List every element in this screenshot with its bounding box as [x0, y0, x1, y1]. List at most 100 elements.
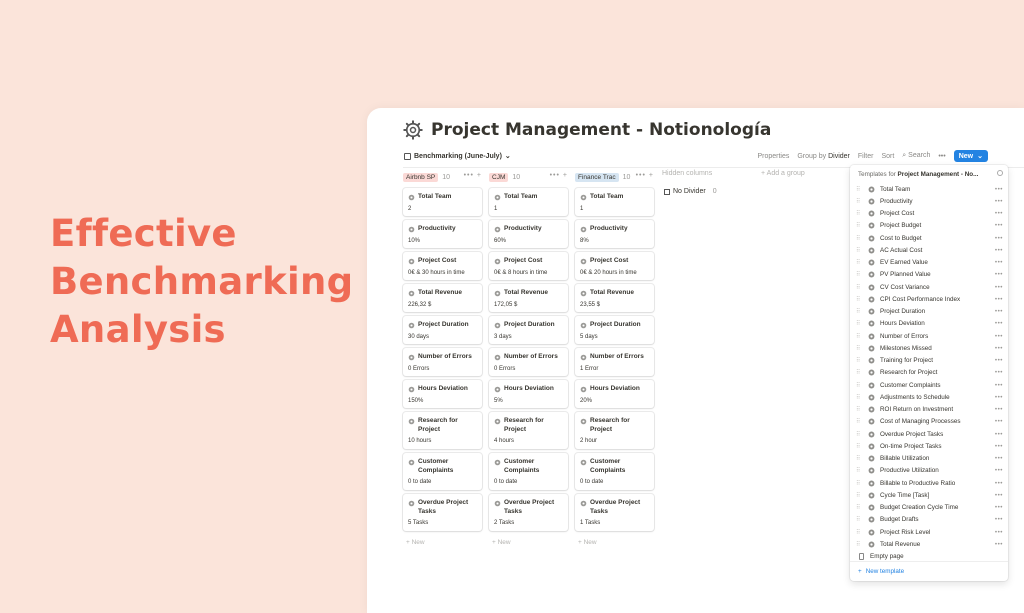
more-options-icon[interactable]: •••	[995, 480, 1003, 487]
template-item[interactable]: ⠿ EV Earned Value •••	[850, 257, 1008, 269]
template-item[interactable]: ⠿ Project Budget •••	[850, 220, 1008, 232]
more-options-icon[interactable]: •••	[995, 455, 1003, 462]
drag-handle-icon[interactable]: ⠿	[856, 357, 860, 364]
filter-button[interactable]: Filter	[858, 153, 874, 160]
template-item[interactable]: ⠿ CPI Cost Performance Index •••	[850, 293, 1008, 305]
drag-handle-icon[interactable]: ⠿	[856, 504, 860, 511]
more-options-icon[interactable]: •••	[995, 259, 1003, 266]
search-button[interactable]: ⌕ Search	[902, 152, 930, 160]
board-card[interactable]: Project Duration 30 days	[403, 316, 482, 344]
more-options-icon[interactable]: •••	[995, 222, 1003, 229]
template-item[interactable]: ⠿ Adjustments to Schedule •••	[850, 391, 1008, 403]
board-card[interactable]: Customer Complaints 0 to date	[403, 453, 482, 490]
add-group-button[interactable]: + Add a group	[761, 170, 805, 177]
template-item[interactable]: ⠿ PV Planned Value •••	[850, 269, 1008, 281]
board-card[interactable]: Research for Project 2 hour	[575, 412, 654, 449]
column-tools[interactable]: ••• +	[550, 172, 568, 179]
info-icon[interactable]	[997, 170, 1003, 176]
template-item[interactable]: ⠿ Budget Drafts •••	[850, 514, 1008, 526]
board-card[interactable]: Project Duration 5 days	[575, 316, 654, 344]
drag-handle-icon[interactable]: ⠿	[856, 296, 860, 303]
drag-handle-icon[interactable]: ⠿	[856, 431, 860, 438]
board-card[interactable]: Project Duration 3 days	[489, 316, 568, 344]
drag-handle-icon[interactable]: ⠿	[856, 271, 860, 278]
drag-handle-icon[interactable]: ⠿	[856, 198, 860, 205]
template-item[interactable]: ⠿ Billable Utilization •••	[850, 453, 1008, 465]
board-card[interactable]: Productivity 10%	[403, 220, 482, 248]
template-item[interactable]: ⠿ Cost to Budget •••	[850, 232, 1008, 244]
sort-button[interactable]: Sort	[881, 153, 894, 160]
board-card[interactable]: Project Cost 0€ & 30 hours in time	[403, 252, 482, 280]
board-card[interactable]: Productivity 60%	[489, 220, 568, 248]
template-item[interactable]: ⠿ Project Cost •••	[850, 208, 1008, 220]
drag-handle-icon[interactable]: ⠿	[856, 382, 860, 389]
board-card[interactable]: Customer Complaints 0 to date	[575, 453, 654, 490]
drag-handle-icon[interactable]: ⠿	[856, 443, 860, 450]
more-options-icon[interactable]: •••	[995, 308, 1003, 315]
drag-handle-icon[interactable]: ⠿	[856, 284, 860, 291]
group-by-button[interactable]: Group by Divider	[797, 153, 850, 160]
add-new-card-button[interactable]: + New	[575, 539, 654, 546]
more-options-icon[interactable]: •••	[995, 369, 1003, 376]
template-item[interactable]: ⠿ Research for Project •••	[850, 367, 1008, 379]
more-options-icon[interactable]: •••	[995, 504, 1003, 511]
more-options-icon[interactable]: •••	[995, 198, 1003, 205]
drag-handle-icon[interactable]: ⠿	[856, 541, 860, 548]
board-card[interactable]: Research for Project 10 hours	[403, 412, 482, 449]
drag-handle-icon[interactable]: ⠿	[856, 492, 860, 499]
new-template-button[interactable]: + New template	[858, 568, 904, 575]
template-item[interactable]: ⠿ CV Cost Variance •••	[850, 281, 1008, 293]
add-new-card-button[interactable]: + New	[403, 539, 482, 546]
board-card[interactable]: Research for Project 4 hours	[489, 412, 568, 449]
board-card[interactable]: Customer Complaints 0 to date	[489, 453, 568, 490]
template-item[interactable]: ⠿ Billable to Productive Ratio •••	[850, 477, 1008, 489]
more-options-icon[interactable]: •••	[995, 406, 1003, 413]
view-tab[interactable]: Benchmarking (June-July) ⌄	[404, 152, 511, 160]
column-name[interactable]: Airbnb SP	[403, 172, 439, 182]
more-options-icon[interactable]: •••	[995, 320, 1003, 327]
template-item[interactable]: ⠿ On-time Project Tasks •••	[850, 440, 1008, 452]
more-options-icon[interactable]: •••	[995, 210, 1003, 217]
more-options-icon[interactable]: •••	[995, 296, 1003, 303]
add-new-card-button[interactable]: + New	[489, 539, 568, 546]
template-item[interactable]: ⠿ Budget Creation Cycle Time •••	[850, 502, 1008, 514]
template-item[interactable]: ⠿ Training for Project •••	[850, 355, 1008, 367]
drag-handle-icon[interactable]: ⠿	[856, 455, 860, 462]
properties-button[interactable]: Properties	[757, 153, 789, 160]
more-options-icon[interactable]: •••	[995, 516, 1003, 523]
board-card[interactable]: Total Team 1	[575, 188, 654, 216]
template-item[interactable]: ⠿ Number of Errors •••	[850, 330, 1008, 342]
drag-handle-icon[interactable]: ⠿	[856, 467, 860, 474]
template-item[interactable]: ⠿ Total Team •••	[850, 183, 1008, 195]
drag-handle-icon[interactable]: ⠿	[856, 222, 860, 229]
more-options-icon[interactable]: •••	[995, 235, 1003, 242]
more-options-button[interactable]: •••	[938, 153, 945, 160]
drag-handle-icon[interactable]: ⠿	[856, 418, 860, 425]
drag-handle-icon[interactable]: ⠿	[856, 333, 860, 340]
more-options-icon[interactable]: •••	[995, 443, 1003, 450]
drag-handle-icon[interactable]: ⠿	[856, 259, 860, 266]
board-card[interactable]: Total Revenue 172,05 $	[489, 284, 568, 312]
drag-handle-icon[interactable]: ⠿	[856, 235, 860, 242]
template-item[interactable]: ⠿ Project Duration •••	[850, 306, 1008, 318]
board-card[interactable]: Overdue Project Tasks 1 Tasks	[575, 494, 654, 531]
board-card[interactable]: Number of Errors 0 Errors	[403, 348, 482, 376]
drag-handle-icon[interactable]: ⠿	[856, 247, 860, 254]
board-card[interactable]: Total Team 1	[489, 188, 568, 216]
template-item[interactable]: ⠿ Project Risk Level •••	[850, 526, 1008, 538]
board-card[interactable]: Number of Errors 1 Error	[575, 348, 654, 376]
board-card[interactable]: Project Cost 0€ & 8 hours in time	[489, 252, 568, 280]
column-name[interactable]: Finance Trac	[575, 172, 619, 182]
more-options-icon[interactable]: •••	[995, 247, 1003, 254]
template-item[interactable]: ⠿ Productivity •••	[850, 195, 1008, 207]
more-options-icon[interactable]: •••	[995, 394, 1003, 401]
more-options-icon[interactable]: •••	[995, 431, 1003, 438]
board-card[interactable]: Total Revenue 23,55 $	[575, 284, 654, 312]
drag-handle-icon[interactable]: ⠿	[856, 516, 860, 523]
drag-handle-icon[interactable]: ⠿	[856, 210, 860, 217]
more-options-icon[interactable]: •••	[995, 284, 1003, 291]
drag-handle-icon[interactable]: ⠿	[856, 345, 860, 352]
board-card[interactable]: Project Cost 0€ & 20 hours in time	[575, 252, 654, 280]
more-options-icon[interactable]: •••	[995, 382, 1003, 389]
board-card[interactable]: Productivity 8%	[575, 220, 654, 248]
